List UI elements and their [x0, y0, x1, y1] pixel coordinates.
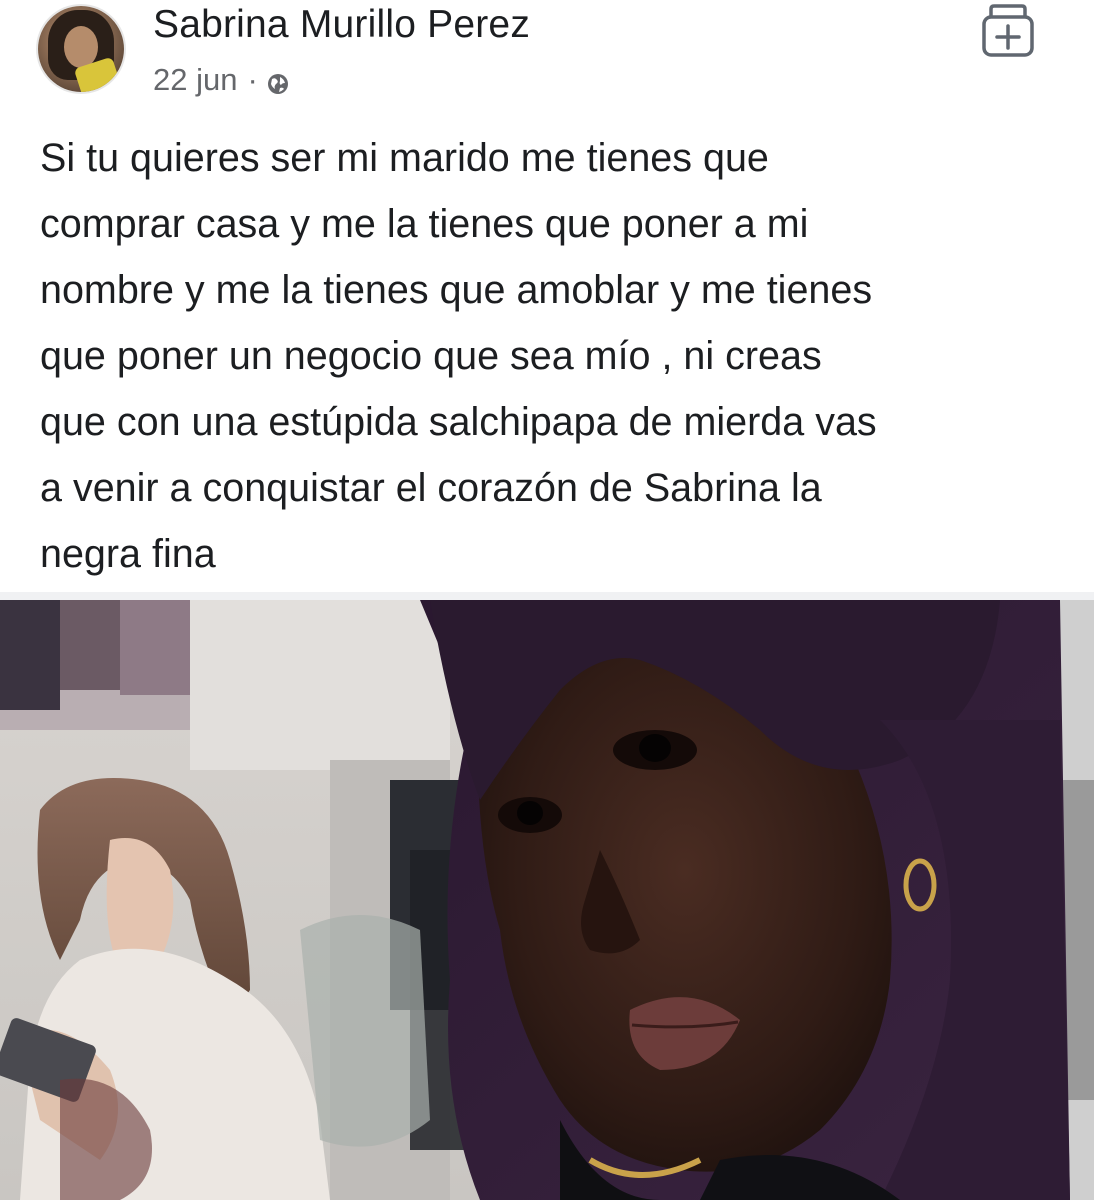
post-text-line: que con una estúpida salchipapa de mierd…: [40, 400, 877, 444]
post-text-line: a venir a conquistar el corazón de Sabri…: [40, 466, 822, 510]
post-text: Si tu quieres ser mi marido me tienes qu…: [40, 125, 1070, 587]
post-date[interactable]: 22 jun: [153, 62, 237, 98]
author-name[interactable]: Sabrina Murillo Perez: [153, 3, 530, 47]
post-photo[interactable]: [0, 600, 1094, 1200]
divider: [0, 592, 1094, 600]
save-icon[interactable]: [978, 3, 1038, 59]
post-text-line: nombre y me la tienes que amoblar y me t…: [40, 268, 873, 312]
avatar[interactable]: [38, 6, 124, 92]
post-meta: 22 jun ·: [153, 62, 290, 98]
post-text-line: negra fina: [40, 532, 216, 576]
post-text-line: comprar casa y me la tienes que poner a …: [40, 202, 809, 246]
post-header: Sabrina Murillo Perez 22 jun ·: [0, 0, 1094, 115]
meta-separator: ·: [247, 62, 258, 97]
post-text-line: Si tu quieres ser mi marido me tienes qu…: [40, 136, 769, 180]
globe-icon[interactable]: [266, 68, 290, 94]
post-text-line: que poner un negocio que sea mío , ni cr…: [40, 334, 822, 378]
